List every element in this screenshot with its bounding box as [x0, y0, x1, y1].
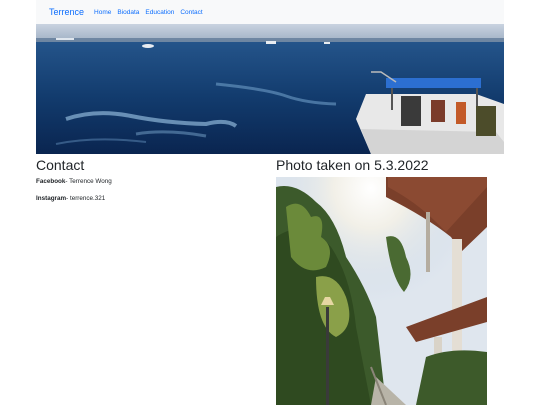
nav-link-biodata[interactable]: Biodata — [117, 9, 139, 16]
nav-link-home[interactable]: Home — [94, 9, 111, 16]
facebook-value: - Terrence Wong — [65, 178, 112, 185]
hero-image — [36, 24, 504, 154]
forest-stairs-photo — [276, 177, 487, 405]
sea-boat-photo — [36, 24, 504, 154]
nav-link-contact[interactable]: Contact — [180, 9, 202, 16]
contact-title: Contact — [36, 157, 85, 173]
nav-link-education[interactable]: Education — [145, 9, 174, 16]
instagram-value: - terrence.321 — [66, 195, 106, 202]
facebook-line: Facebook- Terrence Wong — [36, 178, 112, 185]
photo-image — [276, 177, 487, 405]
instagram-label: Instagram — [36, 195, 67, 202]
navbar-brand[interactable]: Terrence — [49, 7, 84, 17]
instagram-line: Instagram- terrence.321 — [36, 195, 105, 202]
navbar: Terrence Home Biodata Education Contact — [36, 0, 504, 24]
photo-title: Photo taken on 5.3.2022 — [276, 157, 429, 173]
facebook-label: Facebook — [36, 178, 66, 185]
